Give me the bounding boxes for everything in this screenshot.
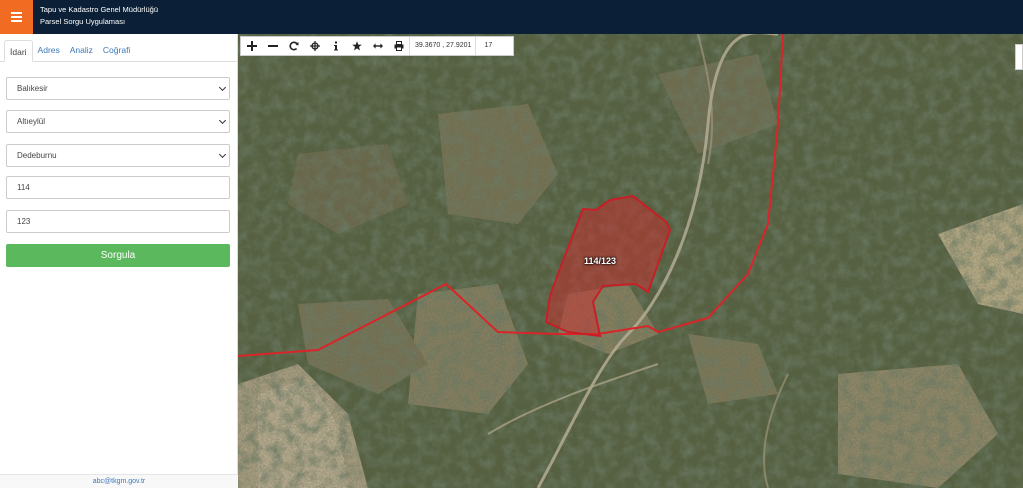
measure-icon <box>372 43 383 49</box>
sidebar-footer[interactable]: abc@tkgm.gov.tr <box>0 474 238 488</box>
zoom-out-icon <box>267 45 278 47</box>
parcel-input[interactable]: 123 <box>6 210 230 233</box>
map-toolbar: 39.3670 , 27.9201 17 <box>240 36 514 56</box>
app-subtitle: Parsel Sorgu Uygulaması <box>40 17 126 26</box>
parcel-label: 114/123 <box>584 256 617 266</box>
app-title: Tapu ve Kadastro Genel Müdürlüğü <box>40 5 158 14</box>
tab-idari[interactable]: İdari <box>4 40 33 62</box>
neighborhood-select[interactable]: Dedeburnu <box>6 144 230 167</box>
query-button[interactable]: Sorgula <box>6 244 230 267</box>
tab-adres[interactable]: Adres <box>33 39 65 61</box>
district-select[interactable]: Altıeylül <box>6 110 230 133</box>
layer-switcher-button[interactable] <box>1015 44 1023 70</box>
info-icon <box>333 41 338 51</box>
app-titles: Tapu ve Kadastro Genel Müdürlüğü Parsel … <box>40 4 158 28</box>
zoom-level: 17 <box>475 37 500 55</box>
satellite-imagery <box>238 34 1023 488</box>
measure-button[interactable] <box>367 37 388 55</box>
zoom-in-icon <box>246 41 257 51</box>
coordinate-readout: 39.3670 , 27.9201 <box>409 37 475 55</box>
hamburger-icon <box>11 12 22 22</box>
locate-button[interactable] <box>304 37 325 55</box>
tab-analiz[interactable]: Analiz <box>65 39 98 61</box>
print-icon <box>394 41 403 51</box>
refresh-icon <box>288 41 298 51</box>
app-header: Tapu ve Kadastro Genel Müdürlüğü Parsel … <box>0 0 1023 34</box>
menu-button[interactable] <box>0 0 33 34</box>
block-input[interactable]: 114 <box>6 176 230 199</box>
tab-cografi[interactable]: Coğrafi <box>98 39 135 61</box>
print-button[interactable] <box>388 37 409 55</box>
map-view[interactable]: 39.3670 , 27.9201 17 114/123 <box>238 34 1023 488</box>
favorite-button[interactable] <box>346 37 367 55</box>
crosshair-icon <box>309 41 320 51</box>
zoom-out-button[interactable] <box>262 37 283 55</box>
star-icon <box>351 41 362 51</box>
zoom-in-button[interactable] <box>241 37 262 55</box>
refresh-button[interactable] <box>283 37 304 55</box>
province-select[interactable]: Balıkesir <box>6 77 230 100</box>
tab-bar: İdari Adres Analiz Coğrafi <box>0 34 237 62</box>
info-button[interactable] <box>325 37 346 55</box>
sidebar: İdari Adres Analiz Coğrafi Balıkesir Alt… <box>0 34 238 488</box>
